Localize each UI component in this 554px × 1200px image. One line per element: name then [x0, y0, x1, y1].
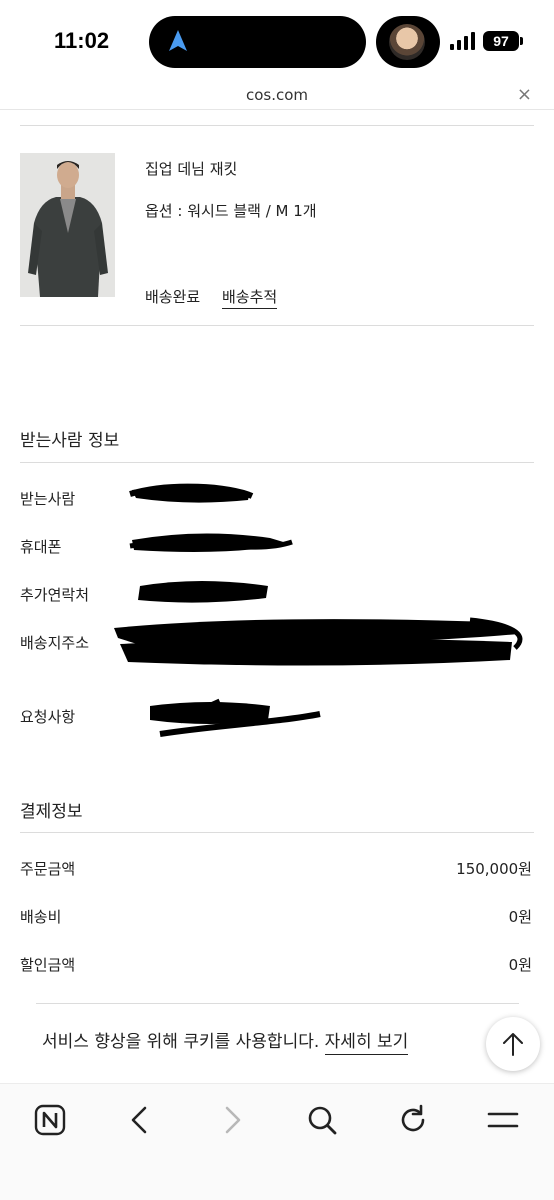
reload-button[interactable] — [393, 1100, 433, 1140]
track-delivery-link[interactable]: 배송추적 — [222, 286, 278, 309]
close-icon[interactable]: × — [517, 84, 532, 105]
naver-n-icon — [34, 1104, 66, 1136]
search-button[interactable] — [302, 1100, 342, 1140]
live-activity-pill — [376, 16, 440, 68]
shipping-address-label: 배송지주소 — [20, 634, 90, 652]
cookie-details-link[interactable]: 자세히 보기 — [324, 1032, 409, 1055]
divider — [36, 1003, 519, 1004]
phone-label: 휴대폰 — [20, 538, 62, 556]
status-time: 11:02 — [54, 28, 110, 53]
product-image[interactable] — [20, 153, 115, 297]
reload-icon — [401, 1104, 425, 1132]
order-amount-value: 150,000원 — [456, 860, 532, 878]
divider — [20, 325, 534, 326]
scroll-to-top-button[interactable] — [486, 1017, 540, 1071]
battery-tip — [520, 37, 523, 45]
cookie-banner: 서비스 향상을 위해 쿠키를 사용합니다. 자세히 보기 — [0, 1003, 554, 1083]
url-bar[interactable]: cos.com × — [0, 82, 554, 110]
payment-section-title: 결제정보 — [20, 802, 83, 822]
redaction-mark — [129, 483, 254, 503]
navigation-arrow-icon — [169, 30, 187, 51]
discount-value: 0원 — [508, 956, 532, 974]
product-photo — [20, 153, 115, 297]
forward-button[interactable] — [212, 1100, 252, 1140]
back-icon — [131, 1106, 147, 1134]
search-icon — [308, 1106, 337, 1135]
redaction-mark — [129, 533, 293, 552]
shipping-fee-label: 배송비 — [20, 908, 62, 926]
menu-button[interactable] — [483, 1100, 523, 1140]
divider — [20, 462, 534, 463]
recipient-section-title: 받는사람 정보 — [20, 431, 120, 451]
redaction-mark — [150, 698, 321, 737]
order-amount-label: 주문금액 — [20, 860, 76, 878]
redaction-mark — [138, 581, 268, 603]
browser-toolbar — [0, 1083, 554, 1200]
delivery-status: 배송완료 — [145, 288, 201, 306]
dynamic-island — [149, 16, 366, 68]
naver-home-button[interactable] — [30, 1100, 70, 1140]
request-note-label: 요청사항 — [20, 708, 76, 726]
cellular-signal-icon — [450, 32, 475, 50]
divider — [20, 832, 534, 833]
back-button[interactable] — [120, 1100, 160, 1140]
battery-indicator: 97 — [483, 31, 519, 51]
extra-contact-label: 추가연락처 — [20, 586, 90, 604]
cookie-message-text: 서비스 향상을 위해 쿠키를 사용합니다. — [42, 1032, 325, 1052]
product-option: 옵션 : 워시드 블랙 / M 1개 — [145, 202, 317, 220]
arrow-up-icon — [503, 1033, 523, 1056]
discount-label: 할인금액 — [20, 956, 76, 974]
avatar — [389, 24, 425, 60]
recipient-name-label: 받는사람 — [20, 490, 76, 508]
product-name[interactable]: 집업 데님 재킷 — [145, 158, 237, 179]
forward-icon — [225, 1106, 241, 1134]
menu-icon — [487, 1112, 519, 1128]
url-text[interactable]: cos.com — [0, 86, 554, 104]
status-bar: 11:02 97 — [0, 0, 554, 82]
cookie-message: 서비스 향상을 위해 쿠키를 사용합니다. 자세히 보기 — [42, 1027, 409, 1055]
shipping-fee-value: 0원 — [508, 908, 532, 926]
redaction-mark — [114, 617, 523, 666]
divider — [20, 125, 534, 126]
